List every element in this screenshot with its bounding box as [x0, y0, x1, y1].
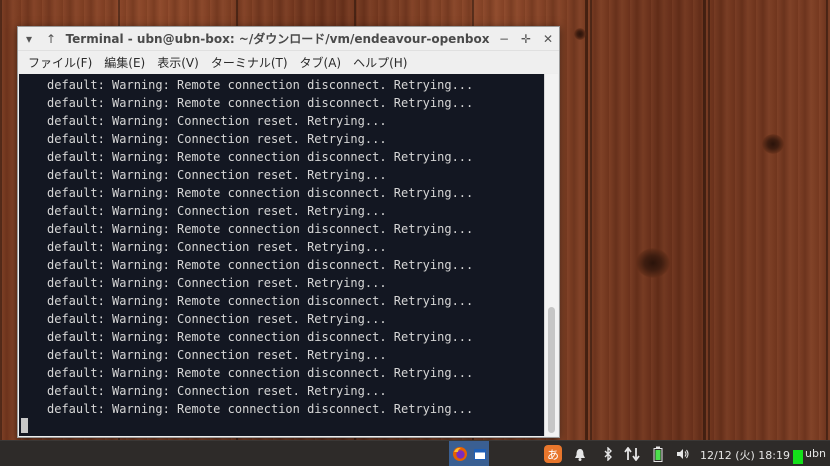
menu-tabs[interactable]: タブ(A)	[296, 52, 350, 73]
input-method-icon[interactable]: あ	[543, 441, 563, 466]
window-shade-up-icon[interactable]: ↑	[40, 28, 62, 50]
wallpaper-plank-seam	[703, 0, 706, 440]
wallpaper-wood-knot	[636, 248, 670, 278]
menubar: ファイル(F) 編集(E) 表示(V) ターミナル(T) タブ(A) ヘルプ(H…	[18, 51, 559, 73]
battery-icon[interactable]	[650, 441, 666, 466]
terminal-line: default: Warning: Remote connection disc…	[47, 402, 474, 416]
close-icon[interactable]: ✕	[537, 28, 559, 50]
terminal-scrollbar[interactable]	[544, 74, 558, 436]
terminal-line: default: Warning: Connection reset. Retr…	[47, 384, 387, 398]
username-label[interactable]: ubn	[805, 447, 826, 460]
notification-bell-icon[interactable]	[571, 441, 589, 466]
terminal-line: default: Warning: Connection reset. Retr…	[47, 114, 387, 128]
firefox-icon[interactable]	[449, 441, 471, 466]
terminal-line: default: Warning: Remote connection disc…	[47, 186, 474, 200]
terminal-window-icon[interactable]	[471, 441, 489, 466]
volume-icon[interactable]	[674, 441, 692, 466]
window-titlebar[interactable]: ▾ ↑ Terminal - ubn@ubn-box: ~/ダウンロード/vm/…	[18, 27, 559, 51]
maximize-icon[interactable]: ✛	[515, 28, 537, 50]
menu-terminal[interactable]: ターミナル(T)	[207, 52, 296, 73]
menu-help[interactable]: ヘルプ(H)	[349, 52, 415, 73]
wallpaper-wood-knot	[574, 28, 586, 40]
terminal-line: default: Warning: Remote connection disc…	[47, 222, 474, 236]
terminal-line: default: Warning: Connection reset. Retr…	[47, 168, 387, 182]
text-cursor	[21, 418, 28, 433]
terminal-window[interactable]: ▾ ↑ Terminal - ubn@ubn-box: ~/ダウンロード/vm/…	[17, 26, 560, 438]
menu-file[interactable]: ファイル(F)	[24, 52, 100, 73]
terminal-line: default: Warning: Remote connection disc…	[47, 96, 474, 110]
bluetooth-icon[interactable]	[599, 441, 617, 466]
terminal-line: default: Warning: Remote connection disc…	[47, 366, 474, 380]
terminal-line: default: Warning: Connection reset. Retr…	[47, 276, 387, 290]
terminal-line: default: Warning: Connection reset. Retr…	[47, 132, 387, 146]
network-icon[interactable]	[621, 441, 643, 466]
terminal-line: default: Warning: Connection reset. Retr…	[47, 312, 387, 326]
input-method-label: あ	[544, 445, 562, 463]
terminal-line: default: Warning: Remote connection disc…	[47, 294, 474, 308]
status-indicator	[793, 450, 803, 464]
window-menu-chevron-icon[interactable]: ▾	[18, 28, 40, 50]
terminal-line: default: Warning: Remote connection disc…	[47, 78, 474, 92]
terminal-line: default: Warning: Remote connection disc…	[47, 150, 474, 164]
terminal-line: default: Warning: Remote connection disc…	[47, 330, 474, 344]
wallpaper-wood-knot	[762, 134, 784, 154]
terminal-line: default: Warning: Connection reset. Retr…	[47, 348, 387, 362]
terminal-output[interactable]: default: Warning: Remote connection disc…	[19, 74, 558, 436]
menu-edit[interactable]: 編集(E)	[100, 52, 153, 73]
terminal-line: default: Warning: Connection reset. Retr…	[47, 240, 387, 254]
window-title: Terminal - ubn@ubn-box: ~/ダウンロード/vm/ende…	[65, 32, 490, 46]
scrollbar-thumb[interactable]	[548, 307, 555, 433]
menu-view[interactable]: 表示(V)	[153, 52, 207, 73]
wallpaper-plank-seam	[585, 0, 588, 440]
taskbar: あ 12/12 (火) 18:19 ubn	[0, 440, 830, 466]
minimize-icon[interactable]: −	[493, 28, 515, 50]
terminal-line: default: Warning: Connection reset. Retr…	[47, 204, 387, 218]
terminal-line: default: Warning: Remote connection disc…	[47, 258, 474, 272]
clock[interactable]: 12/12 (火) 18:19	[700, 447, 790, 463]
terminal-lines: default: Warning: Remote connection disc…	[19, 76, 544, 418]
